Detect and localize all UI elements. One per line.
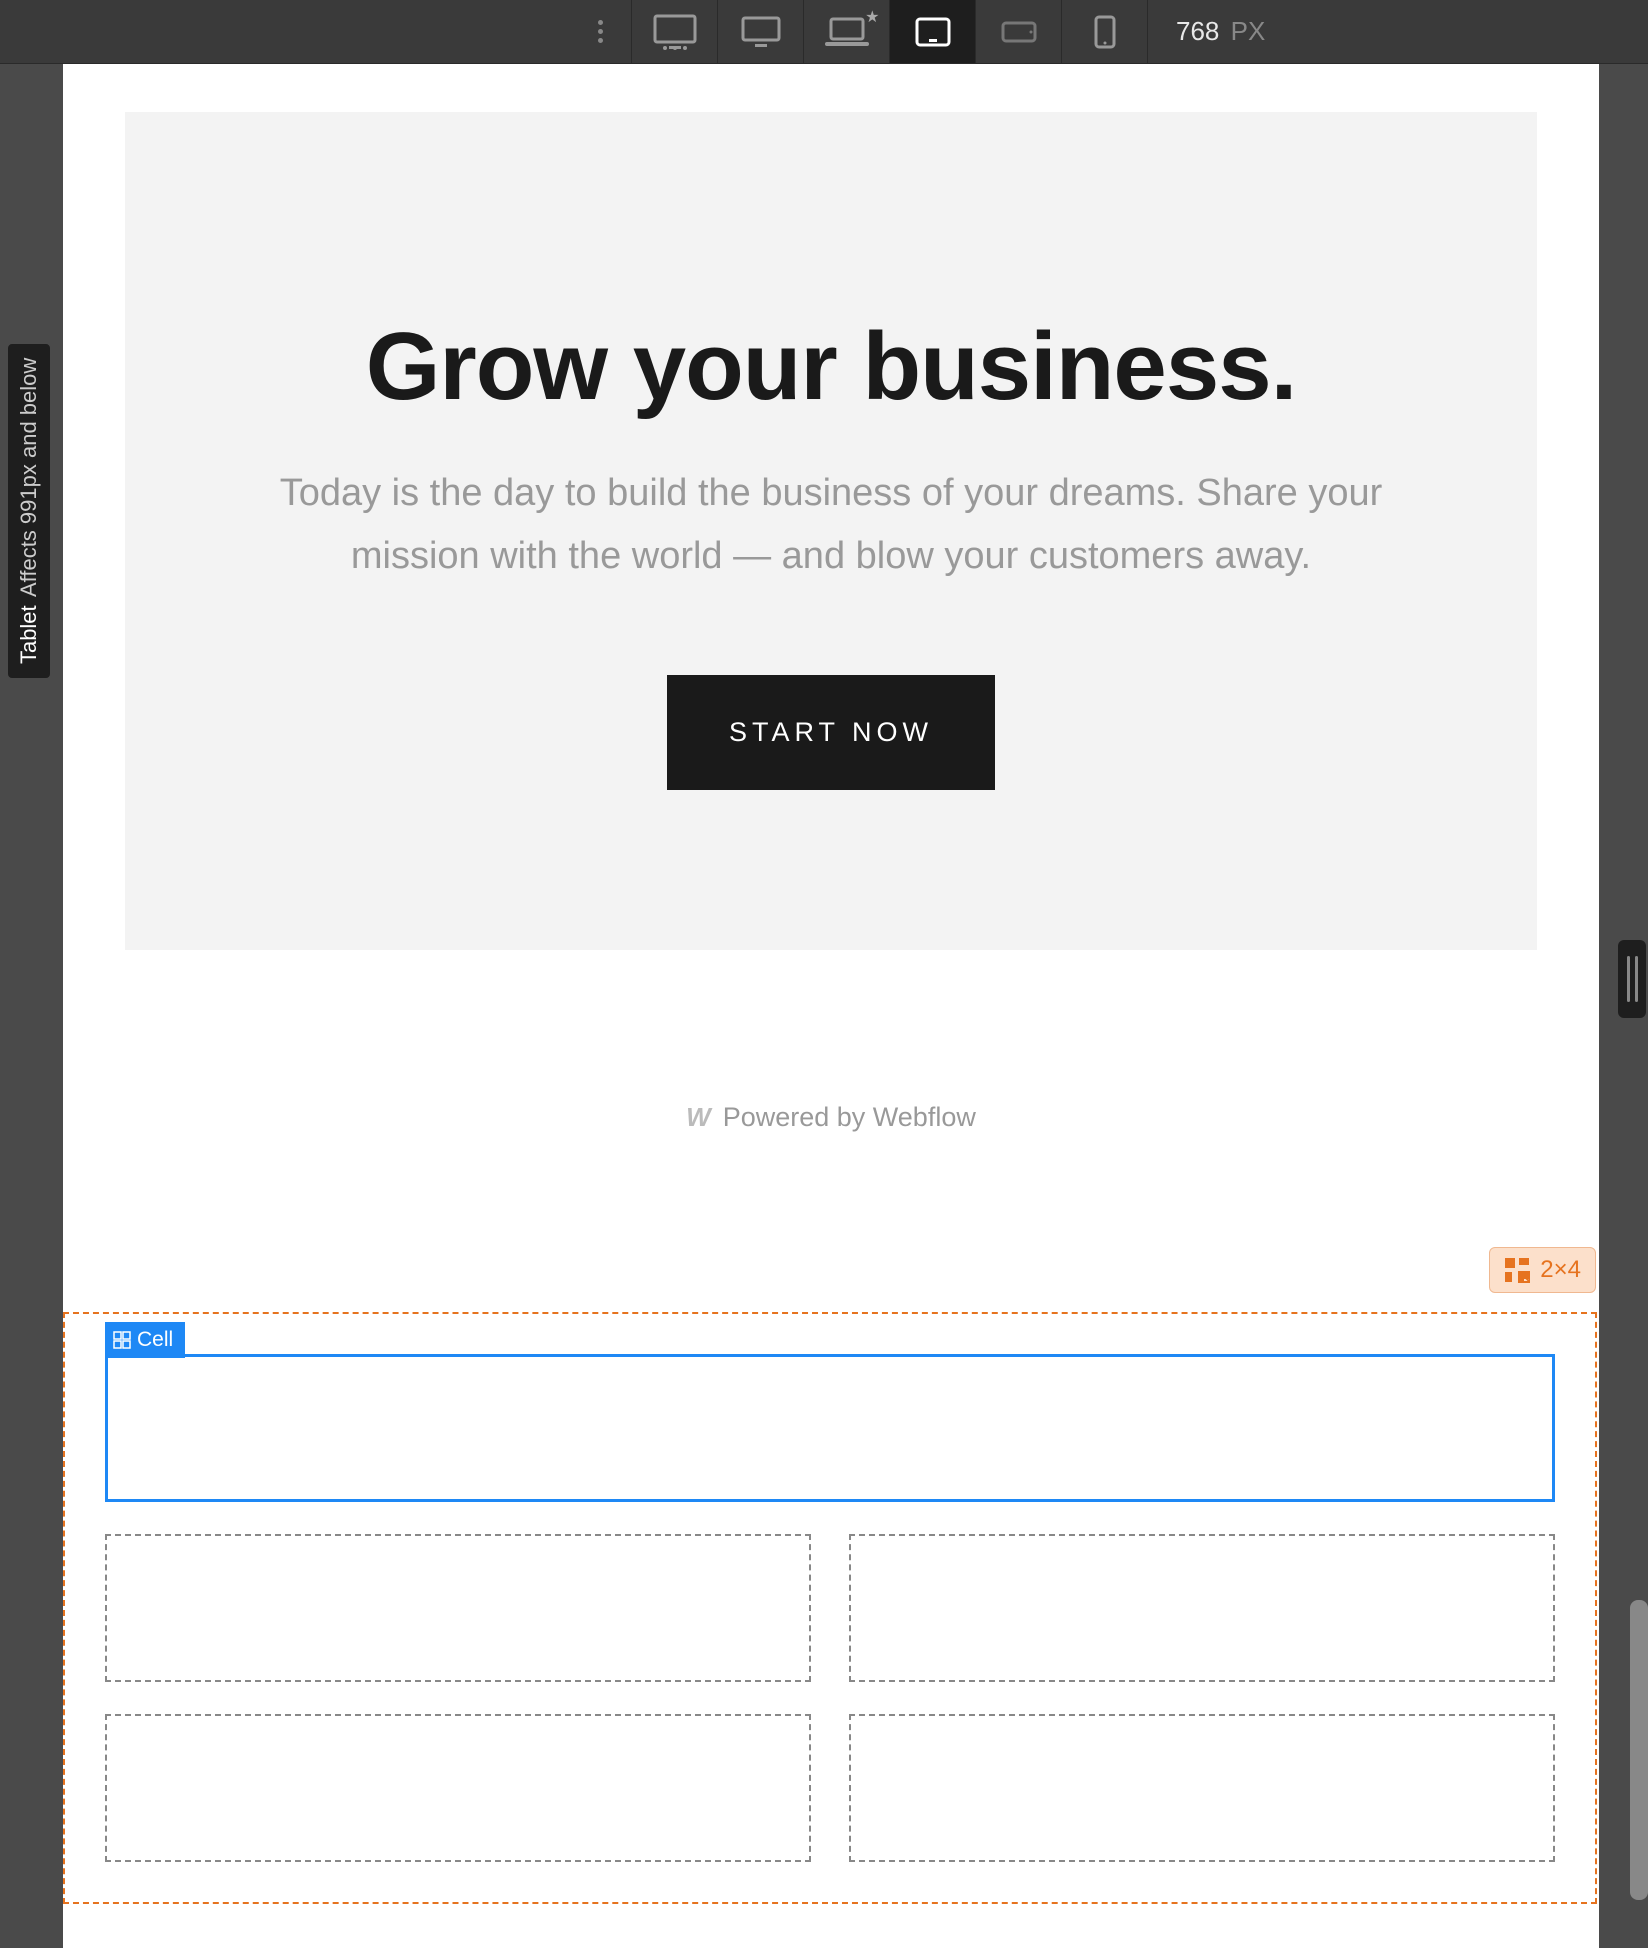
breakpoint-mobile-landscape[interactable] — [976, 0, 1062, 63]
breakpoint-desktop[interactable] — [718, 0, 804, 63]
breakpoint-toolbar: ★ 768 PX — [0, 0, 1648, 64]
laptop-icon: ★ — [825, 17, 869, 47]
width-value: 768 — [1176, 16, 1219, 46]
breakpoint-desktop-large[interactable] — [632, 0, 718, 63]
cell-selection-label[interactable]: Cell — [105, 1322, 185, 1358]
grid-cell[interactable] — [105, 1714, 811, 1862]
more-options-icon[interactable] — [580, 20, 621, 43]
grid-container[interactable]: Cell — [63, 1312, 1597, 1904]
desktop-icon — [741, 16, 781, 48]
grid-dimensions-badge[interactable]: 2×4 — [1489, 1247, 1596, 1293]
scrollbar-thumb[interactable] — [1630, 1600, 1648, 1900]
breakpoint-buttons: ★ — [631, 0, 1148, 63]
grid-icon — [1504, 1257, 1530, 1283]
canvas-width-display[interactable]: 768 PX — [1148, 16, 1265, 47]
grid-dimensions-text: 2×4 — [1540, 1256, 1581, 1284]
cell-icon — [113, 1331, 131, 1349]
breakpoint-laptop[interactable]: ★ — [804, 0, 890, 63]
powered-by-footer[interactable]: W Powered by Webflow — [63, 1102, 1599, 1133]
cell-label-text: Cell — [137, 1328, 173, 1352]
desktop-large-icon — [653, 14, 697, 50]
grid-cell[interactable] — [849, 1714, 1555, 1862]
grid-cell[interactable] — [105, 1534, 811, 1682]
start-now-button[interactable]: START NOW — [667, 675, 995, 790]
canvas-resize-handle[interactable] — [1618, 940, 1646, 1018]
hero-section[interactable]: Grow your business. Today is the day to … — [125, 112, 1537, 950]
tablet-icon — [915, 17, 951, 47]
footer-text: Powered by Webflow — [723, 1102, 976, 1133]
width-unit: PX — [1231, 16, 1266, 46]
grid-cell-selected[interactable]: Cell — [105, 1354, 1555, 1502]
grid-cell[interactable] — [849, 1534, 1555, 1682]
breakpoint-indicator-pill: Tablet Affects 991px and below — [8, 344, 50, 678]
mobile-landscape-icon — [1001, 21, 1037, 43]
hero-title[interactable]: Grow your business. — [215, 312, 1447, 422]
breakpoint-mobile-portrait[interactable] — [1062, 0, 1148, 63]
breakpoint-tablet[interactable] — [890, 0, 976, 63]
hero-subtitle[interactable]: Today is the day to build the business o… — [241, 462, 1421, 587]
webflow-logo-icon: W — [686, 1102, 709, 1133]
mobile-portrait-icon — [1094, 15, 1116, 49]
indicator-primary: Tablet — [16, 605, 42, 664]
indicator-secondary: Affects 991px and below — [16, 358, 42, 597]
